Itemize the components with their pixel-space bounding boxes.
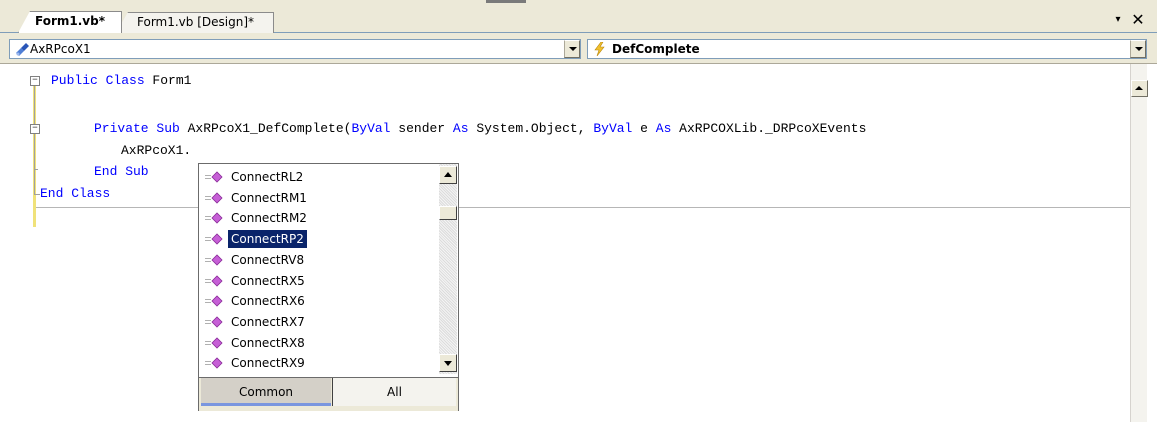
code-line-end-sub: End Sub xyxy=(94,164,149,179)
splitter-grip[interactable] xyxy=(486,0,526,3)
scroll-up-icon[interactable] xyxy=(1131,80,1148,97)
collapse-class-icon[interactable]: − xyxy=(30,76,40,86)
chevron-down-icon[interactable] xyxy=(564,40,580,58)
list-item-label: ConnectRL2 xyxy=(231,170,304,184)
list-item[interactable]: ConnectRX9 xyxy=(200,353,436,373)
code-line-sub-declaration: Private Sub AxRPcoX1_DefComplete(ByVal s… xyxy=(94,121,867,136)
list-item-label: ConnectRP2 xyxy=(227,229,308,250)
code-line-end-class: End Class xyxy=(40,186,111,201)
list-item[interactable]: ConnectRV8 xyxy=(200,250,436,270)
method-icon xyxy=(205,337,223,349)
list-item-label: ConnectRM1 xyxy=(231,190,307,205)
editor-vertical-scrollbar[interactable] xyxy=(1130,64,1148,422)
tab-label: Form1.vb [Design]* xyxy=(137,15,255,29)
list-item[interactable]: ConnectRX5 xyxy=(200,271,436,291)
list-item[interactable]: ConnectRP2 xyxy=(200,229,436,250)
code-navigation-bar: AxRPcoX1 DefComplete xyxy=(0,35,1157,63)
lightning-event-icon xyxy=(594,42,605,56)
window-list-dropdown-icon[interactable]: ▾ xyxy=(1110,12,1126,28)
tab-common[interactable]: Common xyxy=(201,378,331,406)
method-icon xyxy=(205,254,223,266)
list-item-label: ConnectRX6 xyxy=(231,294,305,309)
method-icon xyxy=(205,192,223,204)
method-icon xyxy=(205,295,223,307)
list-item[interactable]: ConnectRM2 xyxy=(200,208,436,228)
code-line-class: Public Class Form1 xyxy=(51,73,192,88)
list-item[interactable]: ConnectRM1 xyxy=(200,188,436,208)
list-item[interactable]: ConnectRX6 xyxy=(200,291,436,311)
method-icon xyxy=(205,357,223,369)
list-item[interactable]: ConnectRX8 xyxy=(200,333,436,353)
document-tab-strip: Form1.vb [Design]* Form1.vb* ▾ ✕ xyxy=(0,0,1157,35)
member-list[interactable]: ConnectRL2 ConnectRM1 ConnectRM2 ConnectRP2… xyxy=(199,164,439,374)
scroll-up-icon[interactable] xyxy=(439,166,457,184)
method-icon xyxy=(205,316,223,328)
completion-filter-tabs: Common All xyxy=(199,377,458,411)
list-item[interactable]: ConnectRX7 xyxy=(200,312,436,332)
collapse-sub-icon[interactable]: − xyxy=(30,124,40,134)
list-item-label: ConnectRX5 xyxy=(231,273,305,288)
class-name-value: AxRPcoX1 xyxy=(30,42,91,56)
method-icon xyxy=(205,171,223,183)
tab-form1-design[interactable]: Form1.vb [Design]* xyxy=(116,12,274,33)
chevron-down-icon[interactable] xyxy=(1130,40,1146,58)
scroll-down-icon[interactable] xyxy=(439,354,457,372)
code-line-current: AxRPcoX1. xyxy=(121,143,192,158)
tab-all[interactable]: All xyxy=(332,378,456,406)
list-item-label: ConnectRX7 xyxy=(231,314,305,329)
list-item-label: ConnectRX8 xyxy=(231,335,305,350)
list-item[interactable]: ConnectRL2 xyxy=(200,167,436,187)
method-name-combo[interactable]: DefComplete xyxy=(587,39,1147,59)
scroll-thumb[interactable] xyxy=(439,206,457,220)
tab-label: Form1.vb* xyxy=(35,14,105,28)
code-editor[interactable]: − − Public Class Form1 Private Sub AxRPc… xyxy=(0,63,1157,422)
intellisense-completion-list[interactable]: ConnectRL2 ConnectRM1 ConnectRM2 ConnectRP2… xyxy=(198,163,459,411)
outline-guide xyxy=(34,86,35,194)
method-icon xyxy=(205,233,223,245)
close-icon[interactable]: ✕ xyxy=(1130,12,1146,28)
list-item-label: ConnectRV8 xyxy=(231,252,305,267)
completion-list-scrollbar[interactable] xyxy=(439,164,457,374)
method-name-value: DefComplete xyxy=(612,42,700,56)
tab-form1-code[interactable]: Form1.vb* xyxy=(18,11,122,33)
class-name-combo[interactable]: AxRPcoX1 xyxy=(9,39,581,59)
list-item-label: ConnectRX9 xyxy=(231,356,305,371)
method-icon xyxy=(205,212,223,224)
list-item-label: ConnectRM2 xyxy=(231,211,307,226)
control-icon xyxy=(16,43,29,56)
outline-guide xyxy=(34,169,38,170)
method-icon xyxy=(205,274,223,287)
